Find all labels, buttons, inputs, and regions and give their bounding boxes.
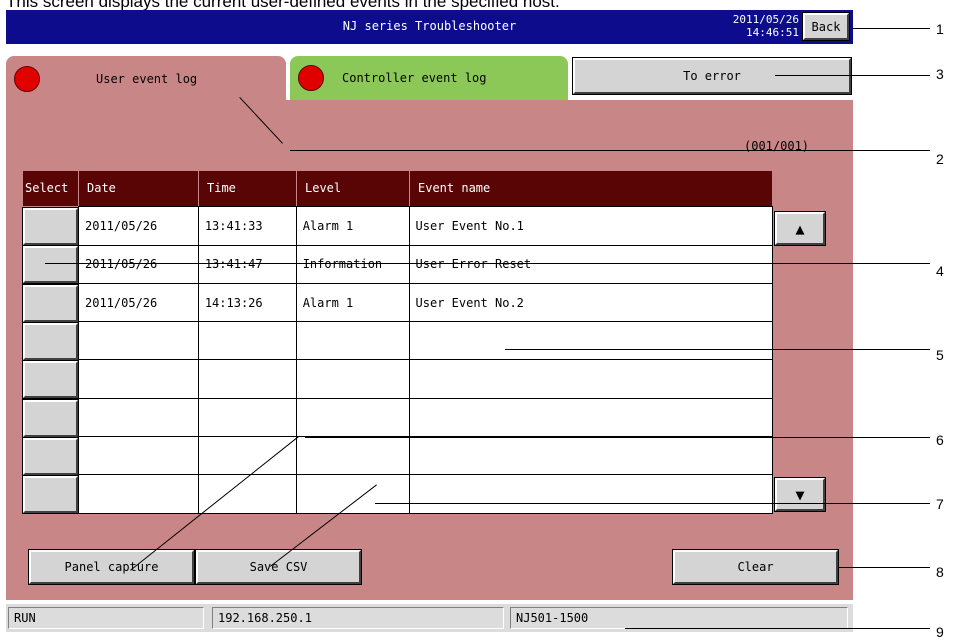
scroll-up-button[interactable]: ▲: [774, 211, 826, 246]
cell-time: 14:13:26: [198, 283, 297, 323]
cell-event: User Error Reset: [409, 245, 772, 284]
cell-level: Alarm 1: [296, 283, 410, 323]
current-time: 14:46:51: [746, 26, 799, 39]
column-header-level: Level: [297, 171, 410, 206]
callout-9: 9: [936, 624, 944, 640]
row-select-button[interactable]: [22, 436, 79, 476]
tab-user-event-log[interactable]: User event log: [6, 56, 286, 102]
callout-6: 6: [936, 432, 944, 448]
to-error-button[interactable]: To error: [572, 57, 852, 95]
callout-1: 1: [936, 21, 944, 37]
cell-date: [79, 398, 199, 437]
cell-date: [79, 360, 199, 399]
cell-event: [409, 475, 772, 514]
callout-2: 2: [936, 151, 944, 167]
status-indicator-icon: [298, 65, 324, 91]
save-csv-button[interactable]: Save CSV: [195, 549, 362, 585]
cell-level: [296, 360, 410, 399]
cell-date: 2011/05/26: [79, 283, 199, 323]
column-header-select: Select: [23, 171, 79, 206]
cell-event: [409, 399, 772, 437]
tab-controller-event-log[interactable]: Controller event log: [290, 56, 568, 100]
status-indicator-icon: [14, 66, 40, 92]
clear-button[interactable]: Clear: [672, 549, 839, 585]
scroll-down-button[interactable]: ▼: [774, 477, 826, 512]
tab-label: Controller event log: [342, 71, 487, 85]
row-select-button[interactable]: [22, 398, 79, 438]
cell-date: [79, 436, 199, 476]
cell-date: 2011/05/26: [79, 207, 199, 246]
cell-level: [296, 436, 410, 476]
app-title: NJ series Troubleshooter: [342, 19, 517, 33]
cell-level: Alarm 1: [296, 207, 410, 246]
table-row[interactable]: [79, 436, 772, 476]
cell-level: [296, 475, 410, 514]
cell-level: [296, 321, 410, 361]
callout-3: 3: [936, 66, 944, 82]
row-select-button[interactable]: [22, 360, 79, 400]
cell-date: [79, 321, 199, 361]
table-row[interactable]: [79, 398, 772, 437]
table-row[interactable]: 2011/05/26 14:13:26 Alarm 1 User Event No.2: [79, 283, 772, 323]
panel-capture-button[interactable]: Panel capture: [28, 549, 195, 585]
column-header-time: Time: [199, 171, 297, 206]
callout-8: 8: [936, 564, 944, 580]
row-select-button[interactable]: [22, 245, 79, 285]
cell-event: User Event No.1: [409, 207, 772, 246]
callout-7: 7: [936, 496, 944, 512]
table-row[interactable]: [79, 360, 772, 399]
cell-level: Information: [296, 245, 410, 284]
row-select-button[interactable]: [22, 321, 79, 361]
datetime: 2011/05/26 14:46:51: [733, 13, 799, 39]
cell-time: [198, 398, 297, 437]
current-date: 2011/05/26: [732, 13, 799, 26]
cell-time: [198, 475, 297, 514]
table-row[interactable]: [79, 475, 772, 514]
row-select-button[interactable]: [22, 283, 79, 323]
cell-date: 2011/05/26: [79, 245, 199, 284]
column-header-date: Date: [79, 171, 199, 206]
event-table: 2011/05/26 13:41:33 Alarm 1 User Event No.1…: [78, 206, 773, 514]
cell-time: [198, 360, 297, 399]
cell-date: [79, 475, 199, 514]
status-mode: RUN: [8, 607, 204, 629]
row-select-button[interactable]: [22, 475, 79, 515]
cell-time: 13:41:47: [198, 245, 297, 284]
status-model: NJ501-1500: [510, 607, 848, 629]
cell-time: [198, 321, 297, 361]
cell-event: [409, 360, 772, 399]
table-row[interactable]: [79, 321, 772, 361]
title-bar: NJ series Troubleshooter 2011/05/26 14:4…: [6, 10, 853, 44]
callout-5: 5: [936, 347, 944, 363]
cell-event: [409, 437, 772, 476]
tab-label: User event log: [96, 72, 198, 86]
column-header-event-name: Event name: [410, 171, 773, 206]
table-row[interactable]: 2011/05/26 13:41:47 Information User Error …: [79, 245, 772, 284]
row-select-button[interactable]: [22, 207, 79, 246]
callout-4: 4: [936, 263, 944, 279]
cell-time: 13:41:33: [198, 207, 297, 246]
cell-event: User Event No.2: [409, 284, 772, 323]
cell-level: [296, 398, 410, 437]
table-row[interactable]: 2011/05/26 13:41:33 Alarm 1 User Event No.1: [79, 207, 772, 246]
cell-time: [198, 436, 297, 476]
status-ip: 192.168.250.1: [212, 607, 504, 629]
back-button[interactable]: Back: [802, 12, 850, 41]
cell-event: [409, 322, 772, 361]
